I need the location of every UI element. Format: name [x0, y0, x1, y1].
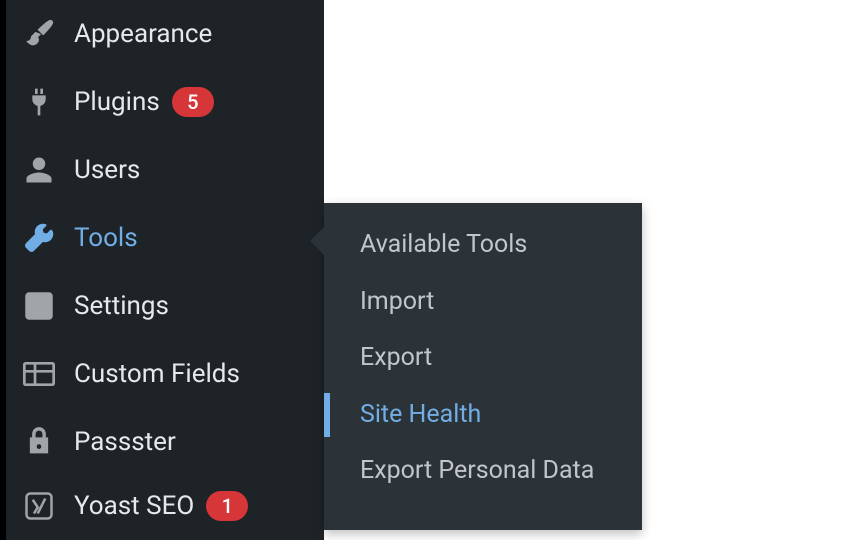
admin-sidebar: Appearance Plugins 5 Users	[0, 0, 324, 540]
sidebar-item-label: Yoast SEO	[74, 491, 194, 521]
sidebar-item-yoast-seo[interactable]: Yoast SEO 1	[6, 476, 324, 536]
plug-icon	[20, 83, 58, 121]
update-badge: 5	[172, 87, 214, 117]
submenu-item-label: Import	[360, 286, 434, 319]
wrench-icon	[20, 219, 58, 257]
submenu-item-label: Available Tools	[360, 229, 527, 262]
sidebar-item-label: Tools	[74, 223, 138, 253]
sidebar-item-users[interactable]: Users	[6, 136, 324, 204]
submenu-item-site-health[interactable]: Site Health	[324, 387, 642, 444]
submenu-item-export[interactable]: Export	[324, 330, 642, 387]
update-badge: 1	[206, 491, 248, 521]
sidebar-item-label: Plugins	[74, 87, 160, 117]
sliders-icon	[20, 287, 58, 325]
user-icon	[20, 151, 58, 189]
sidebar-item-tools[interactable]: Tools	[6, 204, 324, 272]
yoast-icon	[20, 487, 58, 525]
sidebar-item-label: Users	[74, 155, 140, 185]
submenu-item-available-tools[interactable]: Available Tools	[324, 217, 642, 274]
sidebar-item-passster[interactable]: Passster	[6, 408, 324, 476]
sidebar-item-settings[interactable]: Settings	[6, 272, 324, 340]
sidebar-item-label: Custom Fields	[74, 359, 240, 389]
submenu-pointer	[310, 227, 324, 255]
sidebar-item-plugins[interactable]: Plugins 5	[6, 68, 324, 136]
admin-menu: Appearance Plugins 5 Users	[6, 0, 324, 536]
sidebar-item-label: Settings	[74, 291, 169, 321]
submenu-item-label: Export	[360, 342, 432, 375]
submenu-item-export-personal-data[interactable]: Export Personal Data	[324, 443, 642, 500]
submenu-item-label: Site Health	[360, 399, 481, 432]
submenu-item-label: Export Personal Data	[360, 455, 594, 488]
sidebar-item-label: Appearance	[74, 19, 212, 49]
paintbrush-icon	[20, 15, 58, 53]
layout-grid-icon	[20, 355, 58, 393]
sidebar-item-custom-fields[interactable]: Custom Fields	[6, 340, 324, 408]
lock-icon	[20, 423, 58, 461]
sidebar-item-label: Passster	[74, 427, 176, 457]
submenu-item-import[interactable]: Import	[324, 274, 642, 331]
tools-submenu: Available Tools Import Export Site Healt…	[324, 203, 642, 530]
sidebar-item-appearance[interactable]: Appearance	[6, 0, 324, 68]
